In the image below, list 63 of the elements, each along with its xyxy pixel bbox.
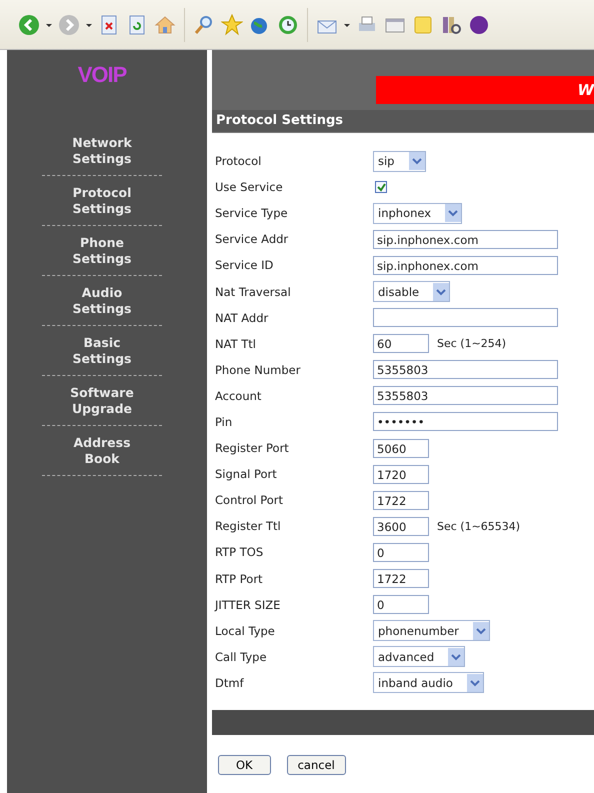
- input-field[interactable]: 60: [373, 334, 429, 354]
- sidebar-link[interactable]: Address Book: [42, 426, 162, 476]
- field-label: JITTER SIZE: [215, 598, 282, 612]
- field-label: Signal Port: [215, 467, 278, 482]
- field-label: Service Type: [215, 206, 289, 220]
- field-label: Register Ttl: [215, 519, 282, 534]
- field-label: Protocol: [215, 154, 262, 168]
- field-label: Register Port: [215, 441, 290, 456]
- input-field[interactable]: 3600: [373, 516, 429, 536]
- back-icon[interactable]: [18, 14, 40, 36]
- field-label: Nat Traversal: [215, 284, 292, 299]
- section-title: Protocol Settings: [212, 110, 594, 133]
- sidebar-link[interactable]: Network Settings: [42, 126, 162, 176]
- field-label: Control Port: [215, 493, 284, 508]
- checkmark-icon: [376, 182, 386, 192]
- dropdown[interactable]: disable: [373, 281, 450, 302]
- field-label: Account: [215, 388, 262, 403]
- range-hint: Sec (1~254): [437, 337, 506, 350]
- note-icon[interactable]: [412, 14, 434, 36]
- dropdown[interactable]: inband audio: [373, 672, 484, 694]
- sidebar-link[interactable]: Phone Settings: [42, 226, 162, 276]
- form-button[interactable]: OK: [218, 754, 271, 775]
- field-label: NAT Ttl: [215, 336, 257, 351]
- dropdown[interactable]: inphonex: [373, 202, 462, 224]
- field-label: Dtmf: [215, 676, 245, 690]
- sidebar-link[interactable]: Audio Settings: [42, 276, 162, 326]
- input-field[interactable]: sip.inphonex.com: [373, 256, 558, 275]
- field-label: Call Type: [215, 650, 268, 664]
- field-label: Service Addr: [215, 232, 290, 246]
- dropdown[interactable]: phonenumber: [373, 620, 490, 642]
- field-label: RTP TOS: [215, 545, 264, 560]
- input-field[interactable]: sip.inphonex.com: [373, 230, 558, 249]
- field-label: RTP Port: [215, 572, 264, 586]
- input-field[interactable]: [373, 308, 558, 328]
- dropdown[interactable]: sip: [373, 150, 426, 172]
- range-hint: Sec (1~65534): [437, 520, 520, 533]
- history-icon[interactable]: [277, 14, 299, 36]
- input-field[interactable]: 5060: [373, 438, 429, 458]
- field-label: Use Service: [215, 180, 284, 194]
- input-field[interactable]: 5355803: [373, 360, 558, 380]
- input-field[interactable]: 1722: [373, 569, 429, 588]
- sidebar-link[interactable]: Protocol Settings: [42, 176, 162, 226]
- dropdown[interactable]: advanced: [373, 646, 466, 668]
- input-field[interactable]: 5355803: [373, 386, 558, 406]
- sidebar-link[interactable]: Basic Settings: [42, 326, 162, 376]
- checkbox[interactable]: [375, 181, 387, 194]
- input-field[interactable]: •••••••: [373, 412, 558, 432]
- field-label: NAT Addr: [215, 310, 270, 325]
- field-label: Pin: [215, 414, 234, 429]
- field-label: Phone Number: [215, 362, 302, 377]
- input-field[interactable]: 0: [373, 595, 429, 614]
- home-icon[interactable]: [154, 14, 176, 36]
- search-icon[interactable]: [193, 14, 215, 36]
- field-label: Local Type: [215, 624, 276, 638]
- input-field[interactable]: 1720: [373, 464, 429, 484]
- form-button[interactable]: cancel: [286, 754, 346, 775]
- input-field[interactable]: 1722: [373, 490, 429, 510]
- sidebar-link[interactable]: Software Upgrade: [42, 376, 162, 426]
- forward-icon[interactable]: [58, 14, 80, 36]
- star-icon[interactable]: [221, 14, 243, 36]
- input-field[interactable]: 0: [373, 542, 429, 562]
- logo-text: VOIP: [78, 62, 126, 89]
- field-label: Service ID: [215, 258, 274, 272]
